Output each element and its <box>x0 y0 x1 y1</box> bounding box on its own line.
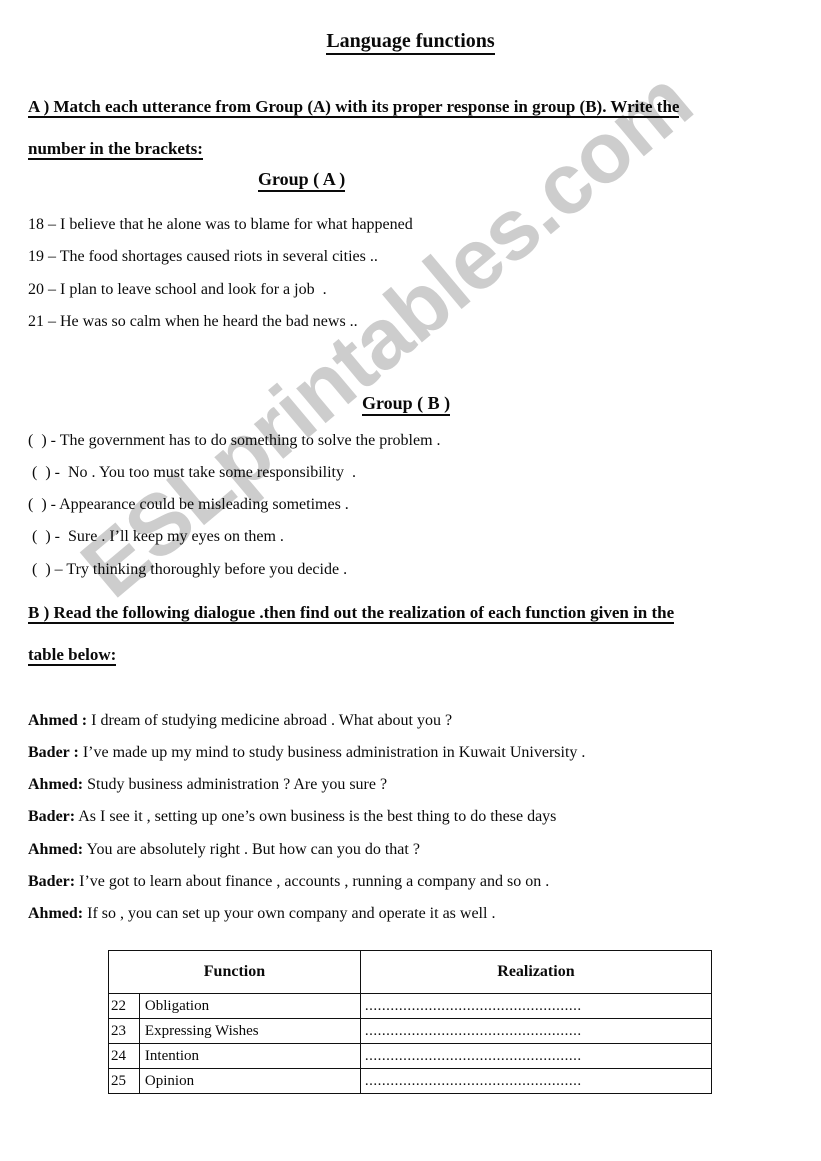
dialogue-speaker: Bader : <box>28 744 79 761</box>
group-a-item: 21 – He was so calm when he heard the ba… <box>28 313 358 330</box>
group-b-item: ( ) - The government has to do something… <box>28 432 441 449</box>
table-header-row: Function Realization <box>108 950 713 994</box>
row-function: Opinion <box>138 1068 361 1094</box>
row-number: 23 <box>108 1018 140 1044</box>
row-number: 25 <box>108 1068 140 1094</box>
group-b-item: ( ) – Try thinking thoroughly before you… <box>28 561 348 578</box>
table-header-realization: Realization <box>359 950 713 994</box>
dialogue-text: You are absolutely right . But how can y… <box>83 841 420 858</box>
page-title-text: Language functions <box>326 30 495 55</box>
dialogue-text: I’ve made up my mind to study business a… <box>78 744 586 761</box>
section-a-heading-line1: A ) Match each utterance from Group (A) … <box>28 86 788 128</box>
table-row: 24 Intention ...........................… <box>108 1043 713 1069</box>
table-row: 25 Opinion .............................… <box>108 1068 713 1094</box>
dialogue-line: Ahmed: You are absolutely right . But ho… <box>28 841 420 859</box>
dialogue-line: Ahmed: Study business administration ? A… <box>28 776 387 794</box>
dialogue-speaker: Bader: <box>28 873 76 890</box>
function-realization-table: Function Realization 22 Obligation .....… <box>108 950 713 1094</box>
dialogue-text: I dream of studying medicine abroad . Wh… <box>87 712 453 729</box>
group-b-label-text: Group ( B ) <box>362 393 451 416</box>
dialogue-line: Ahmed: If so , you can set up your own c… <box>28 905 495 923</box>
dialogue-text: If so , you can set up your own company … <box>83 905 496 922</box>
table-row: 22 Obligation ..........................… <box>108 993 713 1019</box>
group-a-item: 18 – I believe that he alone was to blam… <box>28 216 413 233</box>
table-row: 23 Expressing Wishes ...................… <box>108 1018 713 1044</box>
row-realization[interactable]: ........................................… <box>359 993 713 1019</box>
table-header-function: Function <box>108 950 361 994</box>
section-b-heading-line1: B ) Read the following dialogue .then fi… <box>28 592 788 634</box>
section-b-heading-line2: table below: <box>28 634 788 676</box>
section-b-heading-line2-text: table below: <box>28 645 117 666</box>
section-a-heading-line2-text: number in the brackets: <box>28 139 203 160</box>
row-realization[interactable]: ........................................… <box>359 1068 713 1094</box>
section-a-heading-line2: number in the brackets: <box>28 128 788 170</box>
row-function: Expressing Wishes <box>138 1018 361 1044</box>
worksheet-page: ESLprintables.com Language functions A )… <box>0 0 821 1161</box>
dialogue-text: Study business administration ? Are you … <box>83 776 388 793</box>
dialogue-line: Bader : I’ve made up my mind to study bu… <box>28 744 585 762</box>
page-title: Language functions <box>0 30 821 55</box>
dialogue-speaker: Ahmed: <box>28 776 84 793</box>
row-function: Intention <box>138 1043 361 1069</box>
dialogue-line: Bader: As I see it , setting up one’s ow… <box>28 808 556 826</box>
dialogue-text: As I see it , setting up one’s own busin… <box>75 808 557 825</box>
row-realization[interactable]: ........................................… <box>359 1043 713 1069</box>
row-realization[interactable]: ........................................… <box>359 1018 713 1044</box>
dialogue-line: Ahmed : I dream of studying medicine abr… <box>28 712 452 730</box>
dialogue-speaker: Bader: <box>28 808 76 825</box>
dialogue-speaker: Ahmed : <box>28 712 88 729</box>
group-b-item: ( ) - Appearance could be misleading som… <box>28 496 349 513</box>
dialogue-speaker: Ahmed: <box>28 905 84 922</box>
dialogue-line: Bader: I’ve got to learn about finance ,… <box>28 873 549 891</box>
group-a-label-text: Group ( A ) <box>258 169 346 192</box>
group-a-item: 20 – I plan to leave school and look for… <box>28 281 327 298</box>
group-b-item: ( ) - Sure . I’ll keep my eyes on them . <box>28 528 284 545</box>
dialogue-speaker: Ahmed: <box>28 841 84 858</box>
group-a-item: 19 – The food shortages caused riots in … <box>28 248 378 265</box>
section-b-heading-line1-text: B ) Read the following dialogue .then fi… <box>28 603 675 624</box>
section-a-heading-line1-text: A ) Match each utterance from Group (A) … <box>28 97 680 118</box>
dialogue-text: I’ve got to learn about finance , accoun… <box>75 873 550 890</box>
row-number: 24 <box>108 1043 140 1069</box>
row-number: 22 <box>108 993 140 1019</box>
group-b-item: ( ) - No . You too must take some respon… <box>28 464 356 481</box>
row-function: Obligation <box>138 993 361 1019</box>
group-b-label: Group ( B ) <box>362 393 451 416</box>
group-a-label: Group ( A ) <box>258 169 346 192</box>
